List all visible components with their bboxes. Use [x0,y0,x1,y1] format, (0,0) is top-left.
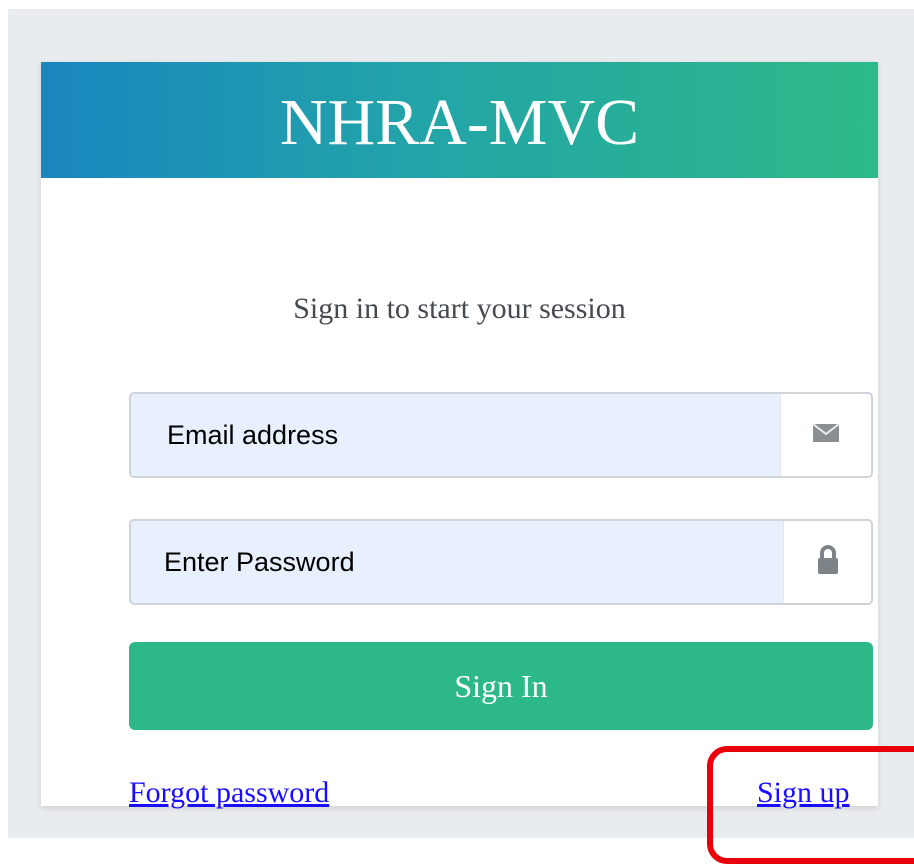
email-input[interactable] [131,394,781,476]
card-header: NHRA-MVC [41,62,878,178]
password-input[interactable] [131,521,784,603]
password-input-group [129,519,873,605]
envelope-icon [812,422,840,449]
lock-icon [817,544,839,580]
email-input-group [129,392,873,478]
sign-up-link[interactable]: Sign up [757,776,850,810]
forgot-password-link[interactable]: Forgot password [129,776,329,810]
login-subtitle: Sign in to start your session [293,292,626,325]
sign-in-button[interactable]: Sign In [129,642,873,730]
login-card: NHRA-MVC Sign in to start your session E… [41,62,914,864]
email-addon [780,394,871,476]
app-title: NHRA-MVC [279,86,640,159]
password-addon [783,521,871,603]
